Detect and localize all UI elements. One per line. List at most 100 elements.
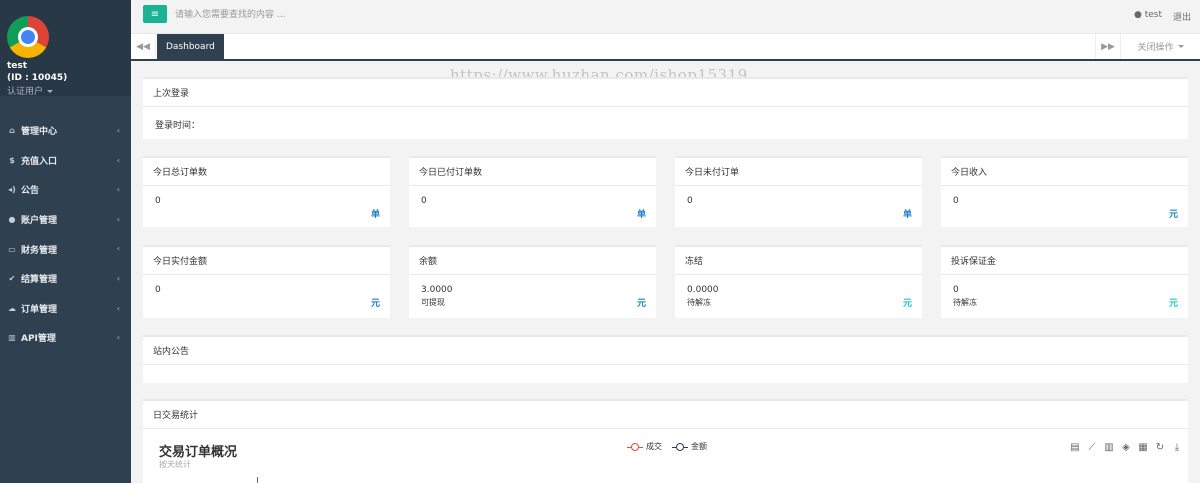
- forward-icon: ▶▶: [1101, 41, 1115, 52]
- chart-legend: 成交 金额: [627, 441, 707, 452]
- panel-body: 登录时间：: [143, 107, 1188, 141]
- panel-title: 上次登录: [143, 79, 1188, 107]
- stat-value: 3.0000: [421, 285, 453, 295]
- data-view-icon[interactable]: ▤: [1070, 443, 1080, 453]
- search-input[interactable]: [175, 6, 575, 24]
- stat-value: 0: [953, 285, 959, 295]
- legend-marker-icon: [672, 442, 688, 451]
- legend-label: 成交: [646, 442, 662, 451]
- tab-dashboard[interactable]: Dashboard: [157, 34, 224, 59]
- stat-value: 0: [421, 196, 427, 206]
- stat-card-today-unpaid-orders: 今日未付订单 0 单: [675, 156, 922, 227]
- home-icon: ⌂: [9, 126, 15, 136]
- stat-body: 0 单: [143, 186, 390, 220]
- profile-panel: test (ID : 10045) 认证用户: [0, 0, 131, 97]
- sidebar-item-recharge[interactable]: $ 充值入口 ‹: [0, 146, 131, 176]
- sidebar-item-api[interactable]: ▥ API管理 ‹: [0, 323, 131, 353]
- line-chart-icon[interactable]: ⟋: [1087, 443, 1097, 453]
- tiled-icon[interactable]: ▦: [1138, 443, 1148, 453]
- scroll-tabs-left-button[interactable]: ◀◀: [131, 34, 156, 59]
- top-user-menu[interactable]: ● test: [1134, 10, 1162, 20]
- stat-unit: 单: [636, 210, 646, 220]
- refresh-icon[interactable]: ↻: [1155, 443, 1165, 453]
- close-ops-dropdown[interactable]: 关闭操作: [1120, 34, 1200, 59]
- chevron-left-icon: ‹: [116, 155, 120, 165]
- last-login-panel: 上次登录 登录时间：: [143, 77, 1188, 139]
- bar-chart-icon[interactable]: ▥: [1104, 443, 1114, 453]
- panel-title: 站内公告: [143, 337, 1188, 365]
- top-username: test: [1144, 10, 1162, 20]
- chart-title: 交易订单概况: [159, 445, 238, 460]
- stat-card-frozen: 冻结 0.0000 待解冻 元: [675, 245, 922, 318]
- stat-unit: 元: [636, 299, 646, 309]
- close-ops-label: 关闭操作: [1137, 43, 1174, 53]
- chevron-left-icon: ‹: [116, 214, 120, 224]
- sidebar-item-announcement[interactable]: ◂) 公告 ‹: [0, 175, 131, 205]
- stat-body: 3.0000 可提现 元: [409, 275, 656, 318]
- stat-value: 0: [953, 196, 959, 206]
- stat-title: 今日未付订单: [675, 158, 922, 186]
- chart-subtitle: 按天统计: [159, 460, 191, 469]
- profile-username: test: [7, 61, 28, 71]
- dollar-icon: $: [9, 155, 15, 165]
- panel-title: 日交易统计: [143, 401, 1188, 429]
- tabs-bar: ◀◀ Dashboard ▶▶ 关闭操作: [131, 34, 1200, 61]
- stat-unit: 元: [1168, 299, 1178, 309]
- legend-item-deals[interactable]: 成交: [627, 441, 662, 452]
- stat-value: 0: [155, 196, 161, 206]
- stat-title: 今日收入: [941, 158, 1188, 186]
- caret-down-icon: [47, 90, 54, 93]
- sidebar-item-label: 结算管理: [21, 275, 58, 286]
- stat-title: 今日已付订单数: [409, 158, 656, 186]
- sidebar-item-finance[interactable]: ▭ 财务管理 ‹: [0, 234, 131, 264]
- sidebar-item-account[interactable]: ● 账户管理 ‹: [0, 205, 131, 235]
- stat-unit: 元: [902, 299, 912, 309]
- stat-card-today-income: 今日收入 0 元: [941, 156, 1188, 227]
- cloud-icon: ☁: [8, 303, 16, 313]
- stat-value: 0: [687, 196, 693, 206]
- stat-title: 投诉保证金: [941, 247, 1188, 275]
- sidebar-item-label: 财务管理: [21, 245, 58, 256]
- profile-role-dropdown[interactable]: 认证用户: [7, 84, 54, 97]
- stat-body: 0 单: [675, 186, 922, 220]
- profile-user-id: (ID : 10045): [7, 73, 68, 83]
- stat-body: 0 单: [409, 186, 656, 220]
- download-icon[interactable]: ⤓: [1172, 443, 1182, 453]
- money-icon: ▭: [8, 244, 16, 254]
- chevron-left-icon: ‹: [116, 273, 120, 283]
- daily-stats-panel: 日交易统计 交易订单概况 按天统计 成交 金额 ▤ ⟋ ▥ ◈ ▦ ↻ ⤓: [143, 399, 1188, 483]
- chart-axis-line: [257, 477, 258, 483]
- sidebar-nav: ⌂ 管理中心 ‹ $ 充值入口 ‹ ◂) 公告 ‹ ● 账户管理 ‹ ▭ 财务管…: [0, 116, 131, 353]
- stat-title: 今日实付金额: [143, 247, 390, 275]
- user-icon: ●: [8, 215, 16, 225]
- legend-item-amount[interactable]: 金额: [672, 441, 707, 452]
- scroll-tabs-right-button[interactable]: ▶▶: [1095, 34, 1120, 59]
- login-time-label: 登录时间：: [155, 121, 201, 131]
- stat-card-today-total-orders: 今日总订单数 0 单: [143, 156, 390, 227]
- sidebar-item-settlement[interactable]: ✔ 结算管理 ‹: [0, 264, 131, 294]
- stat-title: 今日总订单数: [143, 158, 390, 186]
- volume-icon: ◂): [8, 185, 16, 195]
- sidebar-item-orders[interactable]: ☁ 订单管理 ‹: [0, 294, 131, 324]
- sidebar-item-management-center[interactable]: ⌂ 管理中心 ‹: [0, 116, 131, 146]
- stat-body: 0 待解冻 元: [941, 275, 1188, 318]
- sidebar-item-label: 订单管理: [21, 304, 58, 315]
- avatar[interactable]: [7, 16, 49, 58]
- top-bar: ≡ ● test 退出: [131, 0, 1200, 34]
- stat-title: 冻结: [675, 247, 922, 275]
- logout-link[interactable]: 退出: [1173, 10, 1191, 23]
- stat-body: 0 元: [143, 275, 390, 309]
- stat-body: 0.0000 待解冻 元: [675, 275, 922, 318]
- sidebar-item-label: 公告: [21, 186, 40, 197]
- stat-card-complaint-deposit: 投诉保证金 0 待解冻 元: [941, 245, 1188, 318]
- stat-card-today-actual-paid: 今日实付金额 0 元: [143, 245, 390, 318]
- menu-toggle-button[interactable]: ≡: [143, 5, 167, 23]
- legend-label: 金额: [691, 442, 707, 451]
- stat-unit: 元: [370, 299, 380, 309]
- stack-icon[interactable]: ◈: [1121, 443, 1131, 453]
- stat-unit: 单: [370, 210, 380, 220]
- chevron-left-icon: ‹: [116, 126, 120, 135]
- chevron-left-icon: ‹: [116, 185, 120, 195]
- announcement-panel: 站内公告: [143, 335, 1188, 383]
- caret-down-icon: [1177, 45, 1184, 48]
